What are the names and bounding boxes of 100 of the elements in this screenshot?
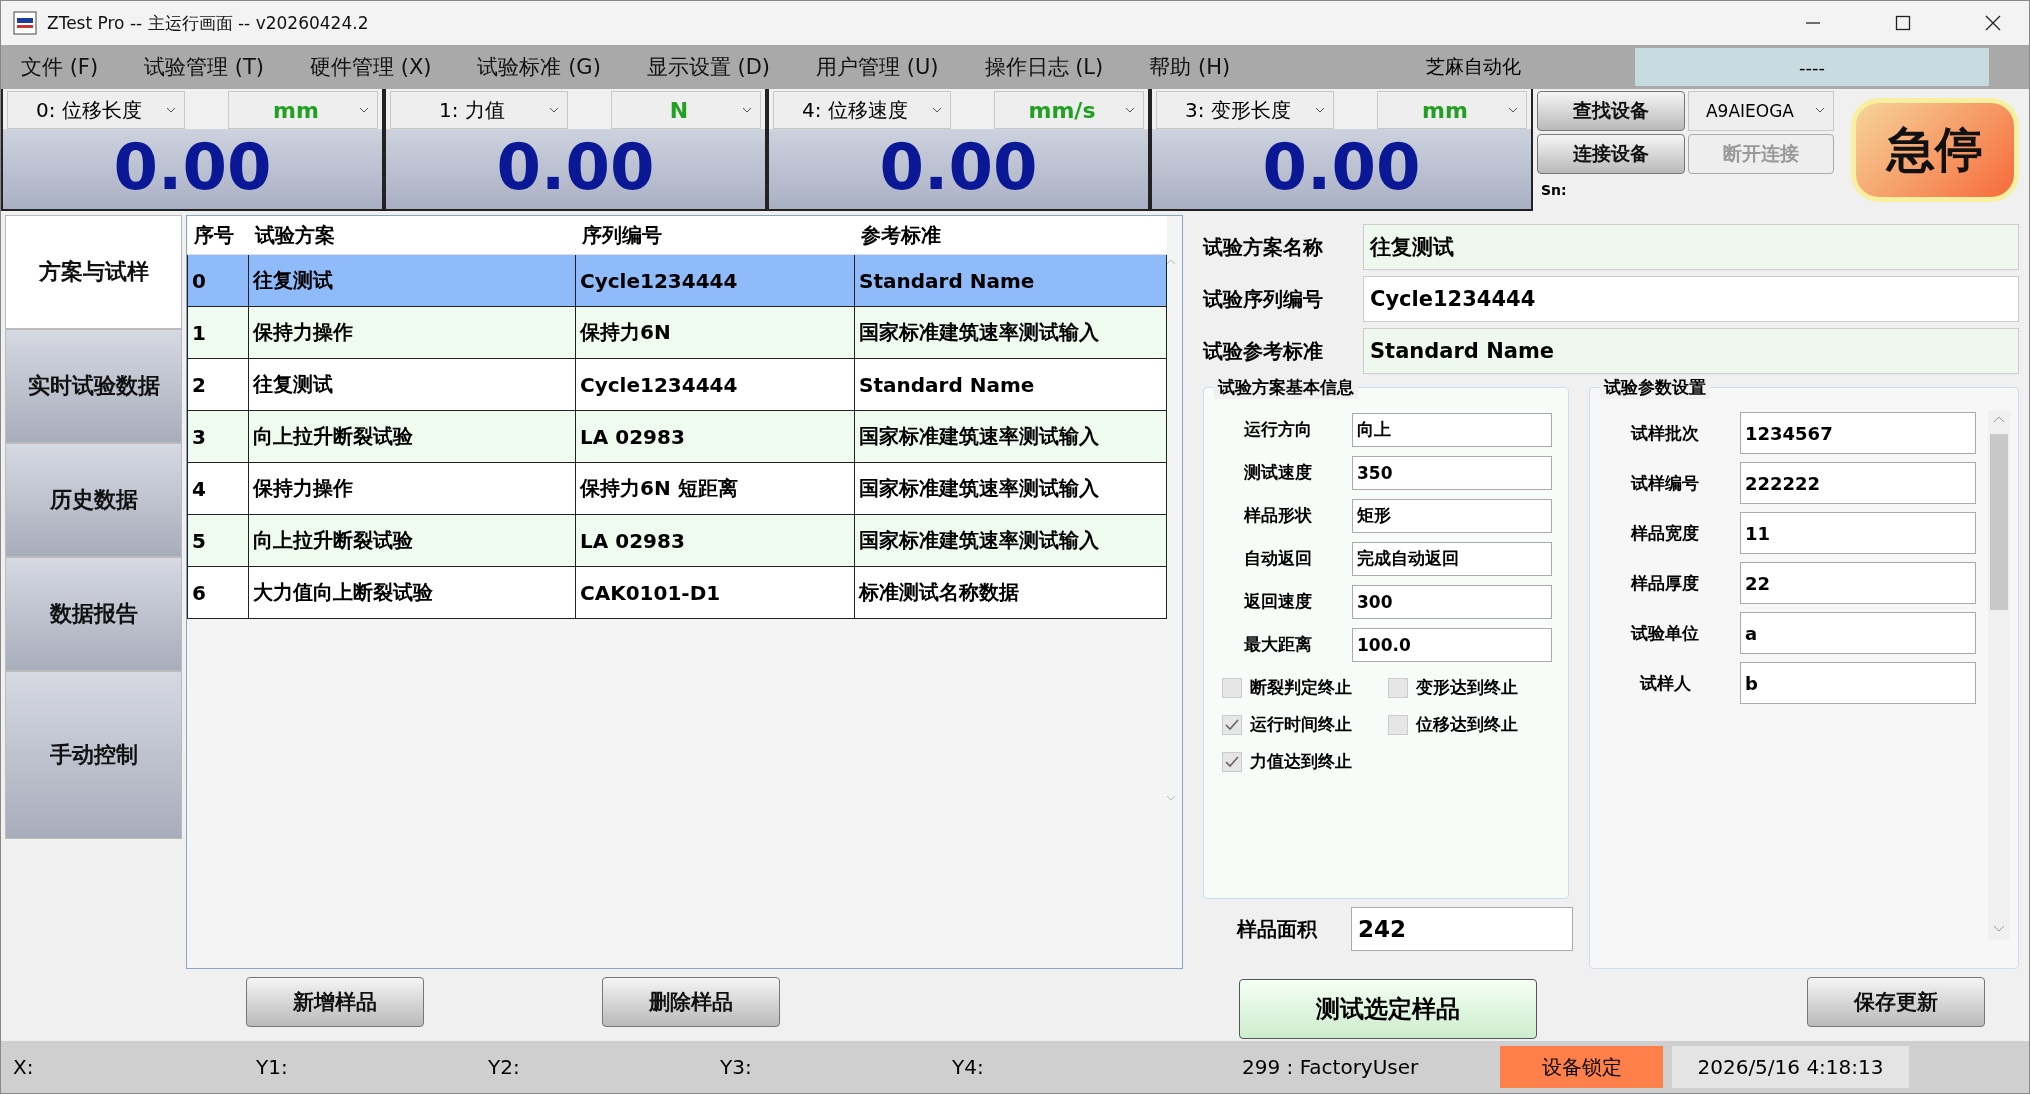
table-row[interactable]: 4 保持力操作 保持力6N 短距离 国家标准建筑速率测试输入 — [187, 462, 1167, 515]
input-field[interactable]: Standard Name — [1363, 328, 2019, 374]
field-label: 测试速度 — [1243, 461, 1313, 484]
readout-value: 0.00 — [495, 129, 656, 206]
find-device-button[interactable]: 查找设备 — [1537, 91, 1685, 131]
chevron-icon — [1125, 107, 1135, 113]
column-header: 序号 — [187, 216, 249, 255]
coordinate-label: Y4: — [951, 1055, 985, 1079]
checkbox[interactable]: 位移达到终止 — [1388, 713, 1558, 736]
field-label: 样品形状 — [1243, 504, 1313, 527]
menu-item[interactable]: 硬件管理 (X) — [310, 53, 432, 81]
field-label: 自动返回 — [1243, 547, 1313, 570]
readout-value: 0.00 — [878, 129, 1039, 206]
menu-item[interactable]: 试验标准 (G) — [477, 53, 601, 81]
table-cell: 国家标准建筑速率测试输入 — [854, 462, 1167, 515]
table-action-button[interactable]: 新增样品 — [246, 977, 425, 1027]
table-cell: 向上拉升断裂试验 — [248, 514, 576, 567]
table-cell: LA 02983 — [575, 410, 855, 463]
table-cell: 保持力6N 短距离 — [575, 462, 855, 515]
input-field[interactable]: 1234567 — [1740, 412, 1976, 454]
save-button[interactable]: 保存更新 — [1807, 977, 1985, 1027]
input-field[interactable]: 350 — [1352, 455, 1552, 490]
menu-item[interactable]: 文件 (F) — [21, 53, 99, 81]
readout-value: 0.00 — [1261, 129, 1422, 206]
table-cell: 往复测试 — [248, 254, 576, 307]
checkbox[interactable]: 运行时间终止 — [1222, 713, 1388, 736]
input-field[interactable]: 往复测试 — [1363, 224, 2019, 270]
lock-status: 设备锁定 — [1500, 1046, 1663, 1088]
chevron-icon — [1508, 107, 1518, 113]
input-field[interactable]: 完成自动返回 — [1352, 541, 1552, 576]
menu-item[interactable]: 试验管理 (T) — [144, 53, 265, 81]
sidebar-tab[interactable]: 方案与试样 — [5, 215, 183, 329]
sidebar-tab[interactable]: 历史数据 — [5, 443, 183, 557]
close-icon[interactable] — [1983, 13, 2003, 33]
table-cell: 标准测试名称数据 — [854, 566, 1167, 619]
menu-item[interactable]: 帮助 (H) — [1149, 53, 1231, 81]
port-dropdown[interactable]: A9AIEOGA — [1688, 91, 1834, 131]
window-title: ZTest Pro -- 主运行画面 -- v20260424.2 — [47, 11, 369, 35]
datetime-label: 2026/5/16 4:18:13 — [1672, 1046, 1909, 1088]
checkbox[interactable]: 力值达到终止 — [1222, 750, 1388, 773]
column-header: 试验方案 — [248, 216, 576, 255]
field-label: 试样人 — [1638, 671, 1692, 695]
table-row[interactable]: 6 大力值向上断裂试验 CAK0101-D1 标准测试名称数据 — [187, 566, 1167, 619]
table-row[interactable]: 5 向上拉升断裂试验 LA 02983 国家标准建筑速率测试输入 — [187, 514, 1167, 567]
table-cell: Cycle1234444 — [575, 254, 855, 307]
table-cell: 3 — [187, 410, 249, 463]
menu-item[interactable]: 操作日志 (L) — [984, 53, 1104, 81]
channel-dropdown[interactable]: 3: 变形长度 — [1156, 91, 1334, 129]
chevron-icon — [166, 107, 176, 113]
input-field[interactable]: 242 — [1351, 907, 1573, 951]
input-field[interactable]: 矩形 — [1352, 498, 1552, 533]
scrollbar[interactable] — [1988, 410, 2010, 940]
field-label: 试验序列编号 — [1203, 285, 1324, 313]
sidebar-tab[interactable]: 实时试验数据 — [5, 329, 183, 443]
channel-dropdown[interactable]: 1: 力值 — [390, 91, 568, 129]
sidebar-tab[interactable]: 数据报告 — [5, 557, 183, 671]
connect-button[interactable]: 连接设备 — [1537, 134, 1685, 174]
table-cell: 大力值向上断裂试验 — [248, 566, 576, 619]
maximize-icon[interactable] — [1893, 13, 1913, 33]
column-header: 参考标准 — [854, 216, 1167, 255]
table-cell: 往复测试 — [248, 358, 576, 411]
table-cell: Cycle1234444 — [575, 358, 855, 411]
emergency-stop-button[interactable]: 急停 — [1851, 98, 2019, 202]
menu-item[interactable]: 显示设置 (D) — [646, 53, 771, 81]
chevron-icon — [359, 107, 369, 113]
app-logo-icon — [13, 11, 37, 35]
chevron-icon — [1815, 107, 1825, 113]
field-label: 试样编号 — [1629, 471, 1700, 495]
field-label: 试验参考标准 — [1203, 337, 1324, 365]
input-field[interactable]: a — [1740, 612, 1976, 654]
sidebar-tab[interactable]: 手动控制 — [5, 671, 183, 839]
table-cell: 5 — [187, 514, 249, 567]
field-label: 试样批次 — [1629, 421, 1700, 445]
table-cell: Standard Name — [854, 358, 1167, 411]
input-field[interactable]: 向上 — [1352, 412, 1552, 447]
table-row[interactable]: 2 往复测试 Cycle1234444 Standard Name — [187, 358, 1167, 411]
group-title: 试验方案基本信息 — [1214, 376, 1358, 399]
input-field[interactable]: 222222 — [1740, 462, 1976, 504]
input-field[interactable]: b — [1740, 662, 1976, 704]
table-cell: 0 — [187, 254, 249, 307]
checkbox[interactable]: 变形达到终止 — [1388, 676, 1558, 699]
test-selected-button[interactable]: 测试选定样品 — [1239, 979, 1537, 1039]
input-field[interactable]: 300 — [1352, 584, 1552, 619]
input-field[interactable]: 100.0 — [1352, 627, 1552, 662]
table-row[interactable]: 1 保持力操作 保持力6N 国家标准建筑速率测试输入 — [187, 306, 1167, 359]
table-row[interactable]: 3 向上拉升断裂试验 LA 02983 国家标准建筑速率测试输入 — [187, 410, 1167, 463]
checkbox[interactable]: 断裂判定终止 — [1222, 676, 1388, 699]
user-label: 299 : FactoryUser — [1242, 1055, 1420, 1079]
channel-dropdown[interactable]: 4: 位移速度 — [773, 91, 951, 129]
input-field[interactable]: Cycle1234444 — [1363, 276, 2019, 322]
input-field[interactable]: 11 — [1740, 512, 1976, 554]
channel-dropdown[interactable]: 0: 位移长度 — [7, 91, 185, 129]
table-action-button[interactable]: 删除样品 — [602, 977, 781, 1027]
table-row[interactable]: 0 往复测试 Cycle1234444 Standard Name — [187, 254, 1167, 307]
input-field[interactable]: 22 — [1740, 562, 1976, 604]
field-label: 返回速度 — [1243, 590, 1313, 613]
menu-item[interactable]: 用户管理 (U) — [816, 53, 939, 81]
field-label: 运行方向 — [1243, 418, 1313, 441]
field-label: 试验方案名称 — [1203, 233, 1324, 261]
sn-label: Sn: — [1541, 182, 1567, 198]
